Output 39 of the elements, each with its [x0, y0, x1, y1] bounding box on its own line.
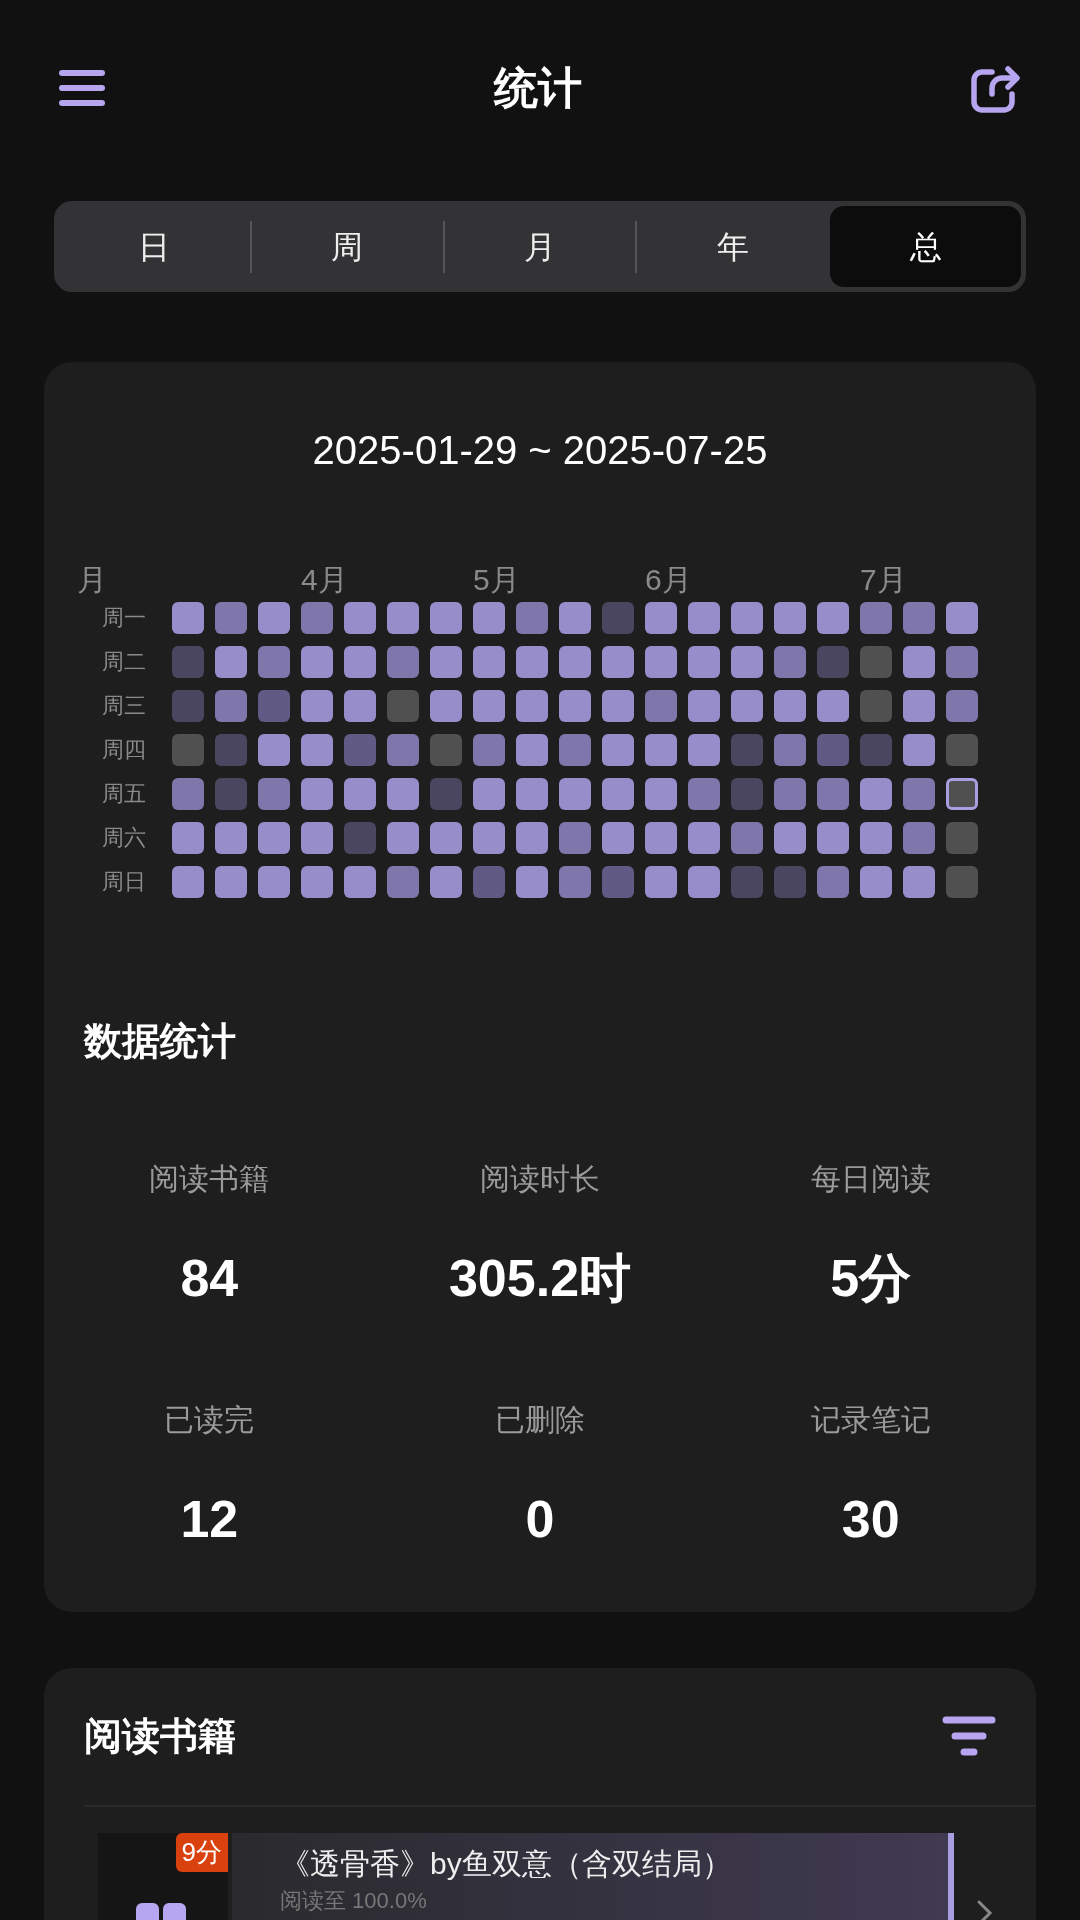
book-cover[interactable]: 9分 [98, 1833, 228, 1920]
stat-value: 5分 [830, 1248, 912, 1309]
weekday-label: 周六 [102, 824, 147, 852]
stat-value: 12 [180, 1489, 239, 1550]
stat-label: 已删除 [495, 1402, 585, 1438]
stat-value: 84 [180, 1248, 239, 1309]
book-title: 《透骨香》by鱼双意（含双结局） [280, 1846, 733, 1882]
month-label: 6月 [645, 562, 692, 598]
section-title: 数据统计 [84, 1019, 237, 1064]
page-title: 统计 [494, 62, 582, 114]
menu-icon[interactable] [58, 68, 106, 108]
stat-label: 记录笔记 [810, 1402, 931, 1438]
stat-value: 30 [841, 1489, 900, 1550]
stat-label: 每日阅读 [810, 1161, 931, 1197]
tab[interactable]: 月 [444, 206, 636, 287]
weekday-label: 周一 [102, 604, 147, 632]
rating-badge: 9分 [175, 1833, 228, 1872]
month-label: 5月 [473, 562, 520, 598]
weekday-label: 周三 [102, 692, 147, 720]
weekday-label: 周五 [102, 780, 147, 808]
date-range: 2025-01-29 ~ 2025-07-25 [311, 427, 769, 474]
chevron-icon[interactable] [976, 1899, 994, 1920]
filter-icon[interactable] [942, 1715, 996, 1758]
tab[interactable]: 周 [251, 206, 443, 287]
month-label: 4月 [301, 562, 348, 598]
stat-value: 0 [525, 1489, 555, 1550]
stat-value: 305.2时 [448, 1248, 632, 1309]
weekday-label: 周二 [102, 648, 147, 676]
month-label: 7月 [860, 562, 907, 598]
stat-label: 阅读时长 [480, 1161, 600, 1197]
stat-label: 阅读书籍 [149, 1161, 270, 1197]
tab[interactable]: 总 [830, 206, 1021, 287]
stat-label: 已读完 [164, 1402, 255, 1438]
tab[interactable]: 年 [637, 206, 829, 287]
weekday-label: 周日 [102, 868, 147, 896]
month-label: 月 [77, 562, 108, 598]
weekday-label: 周四 [102, 736, 147, 764]
section-title: 阅读书籍 [84, 1714, 236, 1759]
tab[interactable]: 日 [59, 206, 250, 287]
